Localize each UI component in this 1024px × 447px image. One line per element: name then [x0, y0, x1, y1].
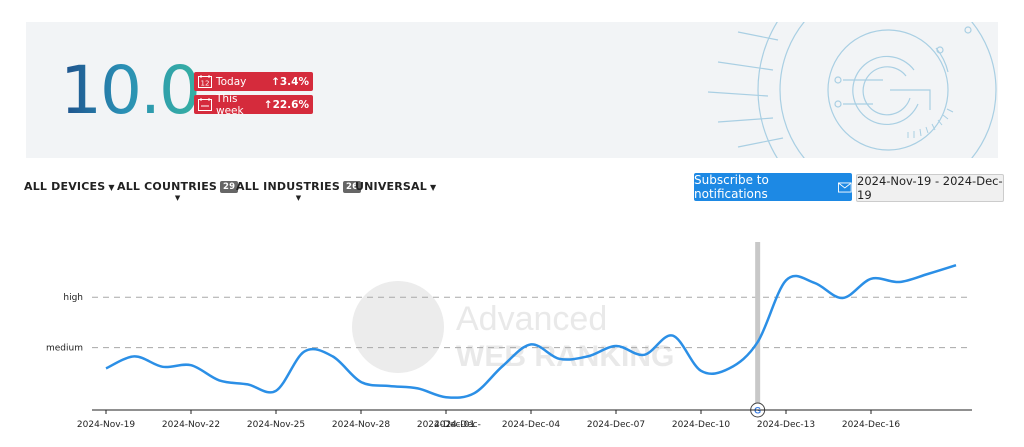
watermark-line1: Advanced — [456, 300, 607, 338]
calendar-week-icon — [198, 98, 212, 111]
week-delta: ↑22.6% — [263, 98, 309, 111]
score-panel: 10.0 12 Today ↑3.4% This week ↑22.6% — [26, 22, 998, 158]
countries-dropdown[interactable]: ALL COUNTRIES 29 ▼ — [117, 180, 239, 202]
marker-bar — [755, 242, 761, 410]
y-level-label-high: high — [63, 293, 83, 303]
mail-icon — [838, 182, 852, 192]
devices-dropdown[interactable]: ALL DEVICES ▼ — [24, 180, 115, 193]
today-badge: 12 Today ↑3.4% — [194, 72, 313, 91]
x-tick-label: 2024-Nov-25 — [247, 420, 305, 430]
subscribe-button[interactable]: Subscribe to notifications — [694, 173, 852, 201]
filter-toolbar: ALL DEVICES ▼ ALL COUNTRIES 29 ▼ ALL INDUS… — [0, 170, 1024, 204]
rank-chart: Advanced WEB RANKING highmedium G 2024-N… — [46, 242, 972, 430]
chevron-down-icon: ▼ — [429, 183, 437, 192]
chevron-down-icon: ▼ — [174, 194, 181, 202]
svg-text:12: 12 — [201, 80, 210, 88]
week-badge: This week ↑22.6% — [194, 92, 313, 117]
date-range-picker[interactable]: 2024-Nov-19 - 2024-Dec-19 — [856, 174, 1004, 202]
x-tick-label: 2024-Dec- — [434, 420, 481, 430]
watermark-line2: WEB RANKING — [456, 340, 674, 373]
chevron-down-icon: ▼ — [295, 194, 302, 202]
x-tick-label: 2024-Nov-22 — [162, 420, 220, 430]
universal-dropdown[interactable]: UNIVERSAL ▼ — [355, 180, 436, 193]
today-label: Today — [216, 75, 247, 88]
x-tick-label: 2024-Dec-13 — [757, 420, 815, 430]
today-delta: ↑3.4% — [271, 75, 309, 88]
y-level-label-medium: medium — [46, 344, 83, 354]
week-label: This week — [216, 92, 244, 117]
x-tick-label: 2024-Dec-04 — [502, 420, 561, 430]
score-value: 10.0 — [60, 52, 201, 129]
x-tick-label: 2024-Nov-28 — [332, 420, 390, 430]
x-tick-label: 2024-Nov-19 — [77, 420, 135, 430]
x-tick-label: 2024-Dec-10 — [672, 420, 731, 430]
x-tick-label: 2024-Dec-16 — [842, 420, 901, 430]
universal-label: UNIVERSAL — [355, 180, 427, 193]
google-g-icon — [707, 22, 997, 158]
chart-watermark: Advanced WEB RANKING — [352, 281, 674, 373]
x-tick-label: 2024-Dec-07 — [587, 420, 645, 430]
industries-dropdown[interactable]: ALL INDUSTRIES 26 ▼ — [236, 180, 362, 202]
calendar-day-icon: 12 — [198, 75, 212, 88]
chevron-down-icon: ▼ — [108, 183, 115, 192]
industries-label: ALL INDUSTRIES — [236, 180, 340, 193]
countries-label: ALL COUNTRIES — [117, 180, 218, 193]
subscribe-label: Subscribe to notifications — [694, 173, 769, 201]
devices-label: ALL DEVICES — [24, 180, 106, 193]
